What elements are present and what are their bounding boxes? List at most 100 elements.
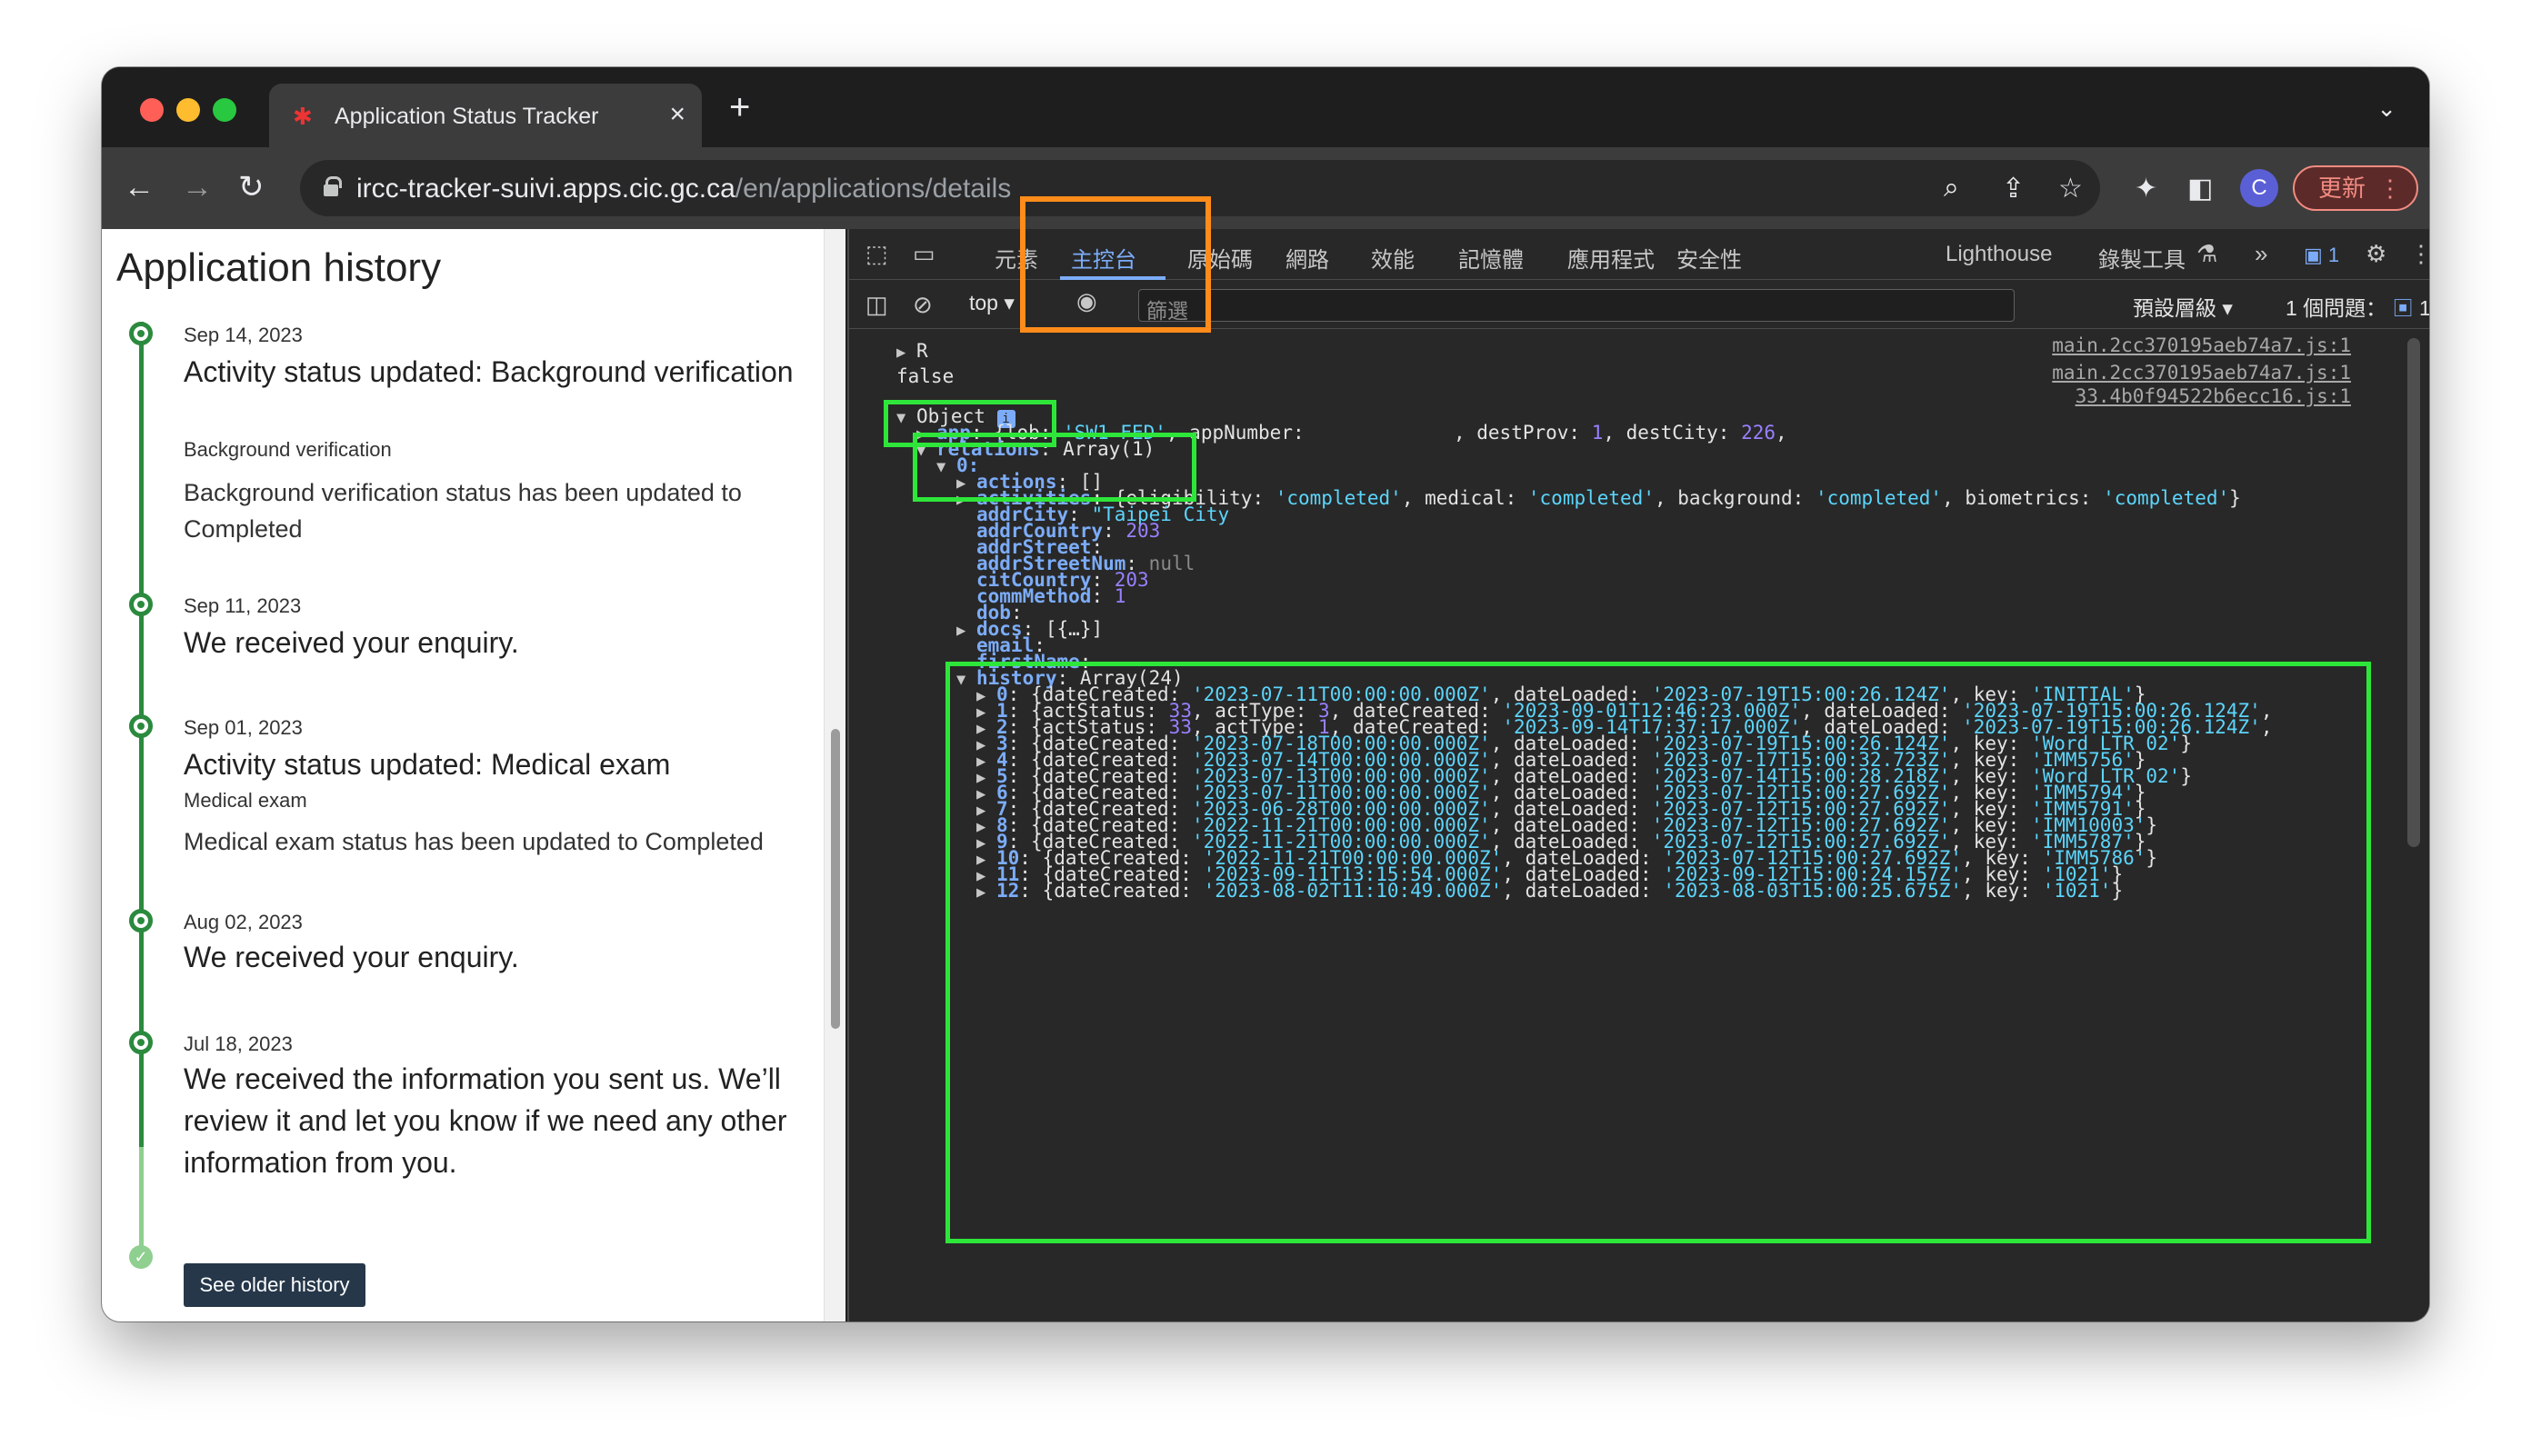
console-line: false — [896, 365, 955, 387]
event-title: Activity status updated: Medical exam — [184, 748, 671, 781]
maple-leaf-icon: ✱ — [293, 103, 313, 130]
lock-icon[interactable] — [324, 176, 342, 196]
forward-arrow-icon[interactable]: → — [182, 167, 213, 207]
event-title: We received your enquiry. — [184, 941, 519, 973]
filter-input[interactable]: 篩選 — [1138, 289, 2015, 323]
tab-lighthouse[interactable]: Lighthouse — [1946, 242, 2052, 267]
tab-sources[interactable]: 原始碼 — [1187, 242, 1253, 274]
page-title: Application history — [116, 245, 442, 290]
collapse-triangle-icon[interactable]: ▼ — [956, 671, 976, 689]
settings-gear-icon[interactable]: ⚙ — [2366, 240, 2386, 268]
log-levels-dropdown[interactable]: 預設層級 ▾ — [2133, 291, 2233, 322]
side-panel-icon[interactable]: ◧ — [2187, 173, 2213, 204]
page-scrollbar[interactable] — [824, 229, 845, 1321]
page-scrollbar-thumb[interactable] — [831, 729, 840, 1029]
url-host: ircc-tracker-suivi.apps.cic.gc.ca — [356, 174, 735, 204]
event-date: Sep 01, 2023 — [184, 716, 303, 739]
update-label: 更新 — [2318, 175, 2366, 202]
event-subtitle: Medical exam — [184, 789, 307, 812]
browser-tab[interactable]: ✱ Application Status Tracker × — [269, 84, 702, 147]
back-arrow-icon[interactable]: ← — [124, 167, 155, 207]
history-item[interactable]: ▶ 12: {dateCreated: '2023-08-02T11:10:49.… — [976, 880, 2123, 902]
event-description: Medical exam status has been updated to … — [184, 828, 764, 855]
minimize-window-button[interactable] — [176, 98, 200, 122]
context-selector[interactable]: top ▾ — [969, 291, 1015, 315]
browser-window: ✱ Application Status Tracker × + ⌄ ← → ↻… — [102, 67, 2429, 1321]
tab-security[interactable]: 安全性 — [1676, 242, 1742, 274]
close-window-button[interactable] — [140, 98, 164, 122]
clear-console-icon[interactable]: ⊘ — [913, 291, 933, 319]
collapse-triangle-icon[interactable]: ▼ — [936, 458, 956, 476]
issues-count: 1 — [2418, 296, 2429, 320]
filter-placeholder: 篩選 — [1146, 299, 1188, 323]
more-options-icon[interactable]: ⋮ — [2409, 240, 2429, 268]
event-description: Background verification status has been … — [184, 479, 742, 543]
more-tabs-chevron-icon[interactable]: » — [2255, 240, 2267, 268]
tab-performance[interactable]: 效能 — [1371, 242, 1415, 274]
collapse-triangle-icon[interactable]: ▼ — [896, 409, 916, 427]
console-line[interactable]: ▶ R — [896, 340, 928, 362]
url-path: /en/applications/details — [735, 174, 1012, 204]
event-title: Activity status updated: Background veri… — [184, 355, 794, 388]
console-scrollbar-thumb[interactable] — [2407, 338, 2420, 847]
console-toolbar: ◫ ⊘ top ▾ ◉ 篩選 預設層級 ▾ 1 個問題： ▣ 1 ⚙ — [849, 280, 2429, 329]
devtools-tab-bar: ⬚ ▭ 元素 主控台 原始碼 網路 效能 記憶體 應用程式 安全性 Lighth… — [849, 229, 2429, 280]
event-date: Aug 02, 2023 — [184, 911, 303, 933]
expand-triangle-icon[interactable]: ▶ — [956, 491, 976, 509]
url-text[interactable]: ircc-tracker-suivi.apps.cic.gc.ca/en/app… — [356, 174, 1011, 204]
collapse-triangle-icon[interactable]: ▼ — [916, 442, 936, 460]
timeline-dot — [129, 714, 153, 738]
extensions-puzzle-icon[interactable]: ✦ — [2135, 173, 2157, 204]
bookmark-star-icon[interactable]: ☆ — [2058, 173, 2083, 204]
zoom-icon[interactable]: ⌕ — [1944, 173, 1959, 204]
tab-network[interactable]: 網路 — [1286, 242, 1329, 274]
tab-strip: ✱ Application Status Tracker × + ⌄ — [102, 67, 2429, 147]
timeline-dot — [129, 909, 153, 932]
event-date: Jul 18, 2023 — [184, 1032, 293, 1055]
maximize-window-button[interactable] — [213, 98, 236, 122]
address-bar[interactable]: ircc-tracker-suivi.apps.cic.gc.ca/en/app… — [300, 160, 2100, 216]
context-label: top — [969, 291, 998, 314]
tab-elements[interactable]: 元素 — [995, 242, 1038, 274]
issues-counter[interactable]: 1 個問題： ▣ 1 — [2286, 291, 2429, 322]
expand-triangle-icon[interactable]: ▶ — [896, 344, 916, 362]
new-tab-button[interactable]: + — [729, 89, 750, 125]
browser-toolbar: ← → ↻ ircc-tracker-suivi.apps.cic.gc.ca/… — [102, 147, 2429, 229]
chevron-down-icon[interactable]: ⌄ — [2376, 95, 2396, 123]
profile-avatar[interactable]: C — [2240, 169, 2278, 207]
event-subtitle: Background verification — [184, 438, 392, 461]
inspect-element-icon[interactable]: ⬚ — [865, 240, 888, 268]
timeline-dot — [129, 322, 153, 345]
tab-application[interactable]: 應用程式 — [1567, 242, 1655, 274]
timeline-line-faded — [139, 1147, 144, 1249]
tab-console[interactable]: 主控台 — [1071, 242, 1136, 274]
source-link[interactable]: main.2cc370195aeb74a7.js:1 — [2052, 362, 2351, 384]
close-tab-icon[interactable]: × — [669, 99, 685, 130]
eye-icon[interactable]: ◉ — [1076, 287, 1097, 315]
more-vert-icon[interactable]: ⋮ — [2378, 167, 2402, 209]
dropdown-triangle-icon: ▾ — [1004, 291, 1015, 314]
issues-badge[interactable]: ▣ 1 — [2304, 244, 2339, 267]
log-levels-label: 預設層級 — [2133, 296, 2216, 320]
device-toolbar-icon[interactable]: ▭ — [913, 240, 935, 268]
tab-memory[interactable]: 記憶體 — [1458, 242, 1524, 274]
sidebar-toggle-icon[interactable]: ◫ — [865, 291, 888, 319]
message-icon: ▣ — [2304, 244, 2323, 266]
timeline-dot — [129, 1031, 153, 1054]
reload-icon[interactable]: ↻ — [238, 167, 265, 207]
expand-triangle-icon[interactable]: ▶ — [976, 883, 996, 902]
checkmark-icon: ✓ — [129, 1245, 153, 1269]
share-icon[interactable]: ⇪ — [2002, 173, 2025, 204]
source-link[interactable]: main.2cc370195aeb74a7.js:1 — [2052, 334, 2351, 356]
update-button[interactable]: 更新 ⋮ — [2293, 165, 2418, 211]
flask-icon: ⚗ — [2196, 240, 2218, 267]
tab-recorder[interactable]: 錄製工具 — [2098, 242, 2186, 274]
see-older-history-button[interactable]: See older history — [184, 1263, 365, 1307]
event-title: We received your enquiry. — [184, 626, 519, 659]
timeline-dot — [129, 593, 153, 616]
devtools-panel: ⬚ ▭ 元素 主控台 原始碼 網路 效能 記憶體 應用程式 安全性 Lighth… — [847, 229, 2429, 1321]
source-link[interactable]: 33.4b0f94522b6ecc16.js:1 — [2076, 385, 2351, 407]
expand-triangle-icon[interactable]: ▶ — [956, 622, 976, 640]
event-date: Sep 11, 2023 — [184, 594, 302, 617]
message-icon: ▣ — [2392, 296, 2414, 320]
